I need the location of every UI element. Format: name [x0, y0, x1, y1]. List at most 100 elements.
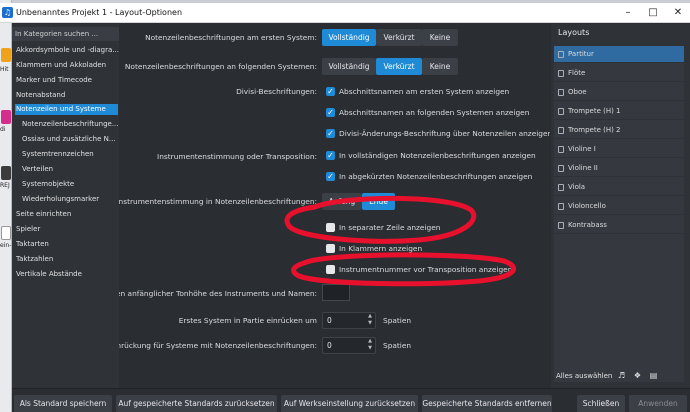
- reset-factory-button[interactable]: Auf Werkseinstellung zurücksetzen: [281, 395, 418, 412]
- first-system-full-button[interactable]: Vollständig: [322, 29, 376, 46]
- title-bar: ♫ Unbenanntes Projekt 1 - Layout-Optione…: [0, 3, 690, 23]
- app-icon-1[interactable]: [1, 48, 11, 62]
- layout-icon: [558, 108, 564, 115]
- layout-icon: [558, 203, 564, 210]
- indent-labels-unit: Spatien: [383, 341, 412, 350]
- divisi-label: Divisi-Beschriftungen:: [236, 87, 317, 96]
- layout-item-floete[interactable]: Flöte: [554, 65, 684, 82]
- tuning-position-label: ler Instrumentenstimmung in Notenzeilenb…: [119, 197, 317, 206]
- app-icon-3[interactable]: [1, 166, 11, 180]
- dorico-app-icon: ♫: [2, 7, 13, 18]
- layout-icon: [558, 222, 564, 229]
- taskbar-label-4: ein-: [0, 242, 12, 249]
- sidebar-item-chord-symbols[interactable]: Akkordsymbole und -diagra...: [16, 45, 119, 56]
- app-icon-2[interactable]: [1, 110, 11, 124]
- close-dialog-button[interactable]: Schließen: [577, 395, 625, 412]
- first-system-short-button[interactable]: Verkürzt: [376, 29, 422, 46]
- layout-icon: [558, 127, 564, 134]
- sidebar-subitem-system-dividers[interactable]: Systemtrennzeichen: [22, 149, 119, 160]
- select-all-label[interactable]: Alles auswählen: [556, 372, 612, 380]
- spinner-arrows-icon[interactable]: ▲ ▼: [365, 338, 375, 353]
- close-button[interactable]: ✕: [670, 5, 686, 21]
- layout-label: Trompete (H) 2: [568, 126, 621, 134]
- sidebar-item-note-spacing[interactable]: Notenabstand: [16, 90, 119, 101]
- following-full-button[interactable]: Vollständig: [322, 58, 376, 75]
- layout-item-violine-1[interactable]: Violine I: [554, 141, 684, 158]
- taskbar: Hit di REJ ein-: [0, 0, 12, 412]
- document-icon[interactable]: ▤: [649, 371, 658, 380]
- following-none-button[interactable]: Keine: [422, 58, 458, 75]
- sidebar-item-bar-numbers[interactable]: Taktzahlen: [16, 254, 119, 265]
- divisi-first-checkbox[interactable]: ✓: [326, 87, 335, 96]
- remove-saved-defaults-button[interactable]: Gespeicherte Standards entfernen: [422, 395, 552, 412]
- indent-first-unit: Spatien: [383, 316, 412, 325]
- sidebar-item-staves-systems[interactable]: Notenzeilen und Systeme: [15, 104, 118, 115]
- full-score-icon[interactable]: ♬: [617, 371, 626, 380]
- sidebar-subitem-ossias[interactable]: Ossias und zusätzliche N...: [22, 134, 119, 145]
- instrument-number-checkbox[interactable]: [326, 265, 335, 274]
- sidebar-subitem-repeat-markers[interactable]: Wiederholungsmarker: [22, 194, 119, 205]
- layout-label: Flöte: [568, 69, 586, 77]
- indent-first-value: 0: [327, 316, 332, 325]
- layout-item-viola[interactable]: Viola: [554, 179, 684, 196]
- layout-item-partitur[interactable]: Partitur: [554, 46, 684, 63]
- tuning-full-label: In vollständigen Notenzeilenbeschriftung…: [339, 151, 536, 160]
- divisi-change-checkbox[interactable]: ✓: [326, 129, 335, 138]
- sidebar-subitem-system-objects[interactable]: Systemobjekte: [22, 179, 119, 190]
- layout-item-trompete-2[interactable]: Trompete (H) 2: [554, 122, 684, 139]
- sidebar-item-markers[interactable]: Marker und Timecode: [16, 75, 119, 86]
- layout-item-kontrabass[interactable]: Kontrabass: [554, 217, 684, 234]
- pitch-gap-label: schen anfänglicher Tonhöhe des Instrumen…: [119, 289, 317, 298]
- indent-labels-label: steinrückung für Systeme mit Notenzeilen…: [119, 341, 317, 350]
- separate-line-checkbox[interactable]: [326, 223, 335, 232]
- apply-button[interactable]: Anwenden: [629, 395, 687, 412]
- tuning-short-checkbox[interactable]: ✓: [326, 172, 335, 181]
- pitch-gap-field[interactable]: [322, 284, 350, 301]
- brackets-checkbox[interactable]: [326, 244, 335, 253]
- layout-item-trompete-1[interactable]: Trompete (H) 1: [554, 103, 684, 120]
- divisi-change-label: Divisi-Änderungs-Beschriftung über Noten…: [339, 129, 550, 138]
- layout-item-violine-2[interactable]: Violine II: [554, 160, 684, 177]
- layout-icon: [558, 184, 564, 191]
- layout-label: Violoncello: [568, 202, 606, 210]
- spinner-arrows-icon[interactable]: ▲ ▼: [365, 313, 375, 328]
- sidebar-subitem-staff-labels[interactable]: Notenzeilenbeschriftunge...: [22, 119, 119, 130]
- part-layout-icon[interactable]: ❖: [633, 371, 642, 380]
- following-short-button[interactable]: Verkürzt: [376, 58, 422, 75]
- indent-labels-input[interactable]: 0 ▲ ▼: [322, 337, 376, 354]
- layout-item-violoncello[interactable]: Violoncello: [554, 198, 684, 215]
- layout-label: Partitur: [568, 50, 594, 58]
- footer-bar: Als Standard speichern Auf gespeicherte …: [12, 388, 690, 412]
- position-start-button[interactable]: Anfang: [322, 193, 362, 210]
- tuning-full-checkbox[interactable]: ✓: [326, 151, 335, 160]
- maximize-button[interactable]: □: [645, 5, 661, 21]
- layout-icon: [558, 51, 564, 58]
- sidebar-item-page-setup[interactable]: Seite einrichten: [16, 209, 119, 220]
- file-icon[interactable]: [1, 226, 11, 240]
- position-end-button[interactable]: Ende: [362, 193, 395, 210]
- first-system-none-button[interactable]: Keine: [422, 29, 458, 46]
- layout-label: Oboe: [568, 88, 587, 96]
- save-default-button[interactable]: Als Standard speichern: [14, 395, 112, 412]
- layout-label: Kontrabass: [568, 221, 607, 229]
- sidebar-item-players[interactable]: Spieler: [16, 224, 119, 235]
- layout-item-oboe[interactable]: Oboe: [554, 84, 684, 101]
- window-title: Unbenanntes Projekt 1 - Layout-Optionen: [16, 8, 183, 17]
- indent-first-input[interactable]: 0 ▲ ▼: [322, 312, 376, 329]
- divisi-following-checkbox[interactable]: ✓: [326, 108, 335, 117]
- indent-labels-value: 0: [327, 341, 332, 350]
- brackets-label: In Klammern anzeigen: [339, 244, 423, 253]
- reset-saved-defaults-button[interactable]: Auf gespeicherte Standards zurücksetzen: [116, 395, 277, 412]
- layouts-panel: Layouts Partitur Flöte Oboe Trompete (H)…: [551, 24, 690, 388]
- minimize-button[interactable]: –: [620, 5, 636, 21]
- sidebar-item-brackets[interactable]: Klammern und Akkoladen: [16, 60, 119, 71]
- separate-line-label: In separater Zeile anzeigen: [339, 223, 441, 232]
- sidebar-item-time-signatures[interactable]: Taktarten: [16, 239, 119, 250]
- category-search-input[interactable]: In Kategorien suchen ...: [12, 27, 119, 41]
- tuning-label: Instrumentenstimmung oder Transposition:: [157, 152, 317, 161]
- sidebar-item-vertical-spacing[interactable]: Vertikale Abstände: [16, 269, 119, 280]
- layout-icon: [558, 165, 564, 172]
- sidebar-subitem-distribute[interactable]: Verteilen: [22, 164, 119, 175]
- following-systems-label: Notenzeilenbeschriftungen an folgenden S…: [124, 62, 317, 71]
- taskbar-label-1: Hit: [0, 66, 9, 73]
